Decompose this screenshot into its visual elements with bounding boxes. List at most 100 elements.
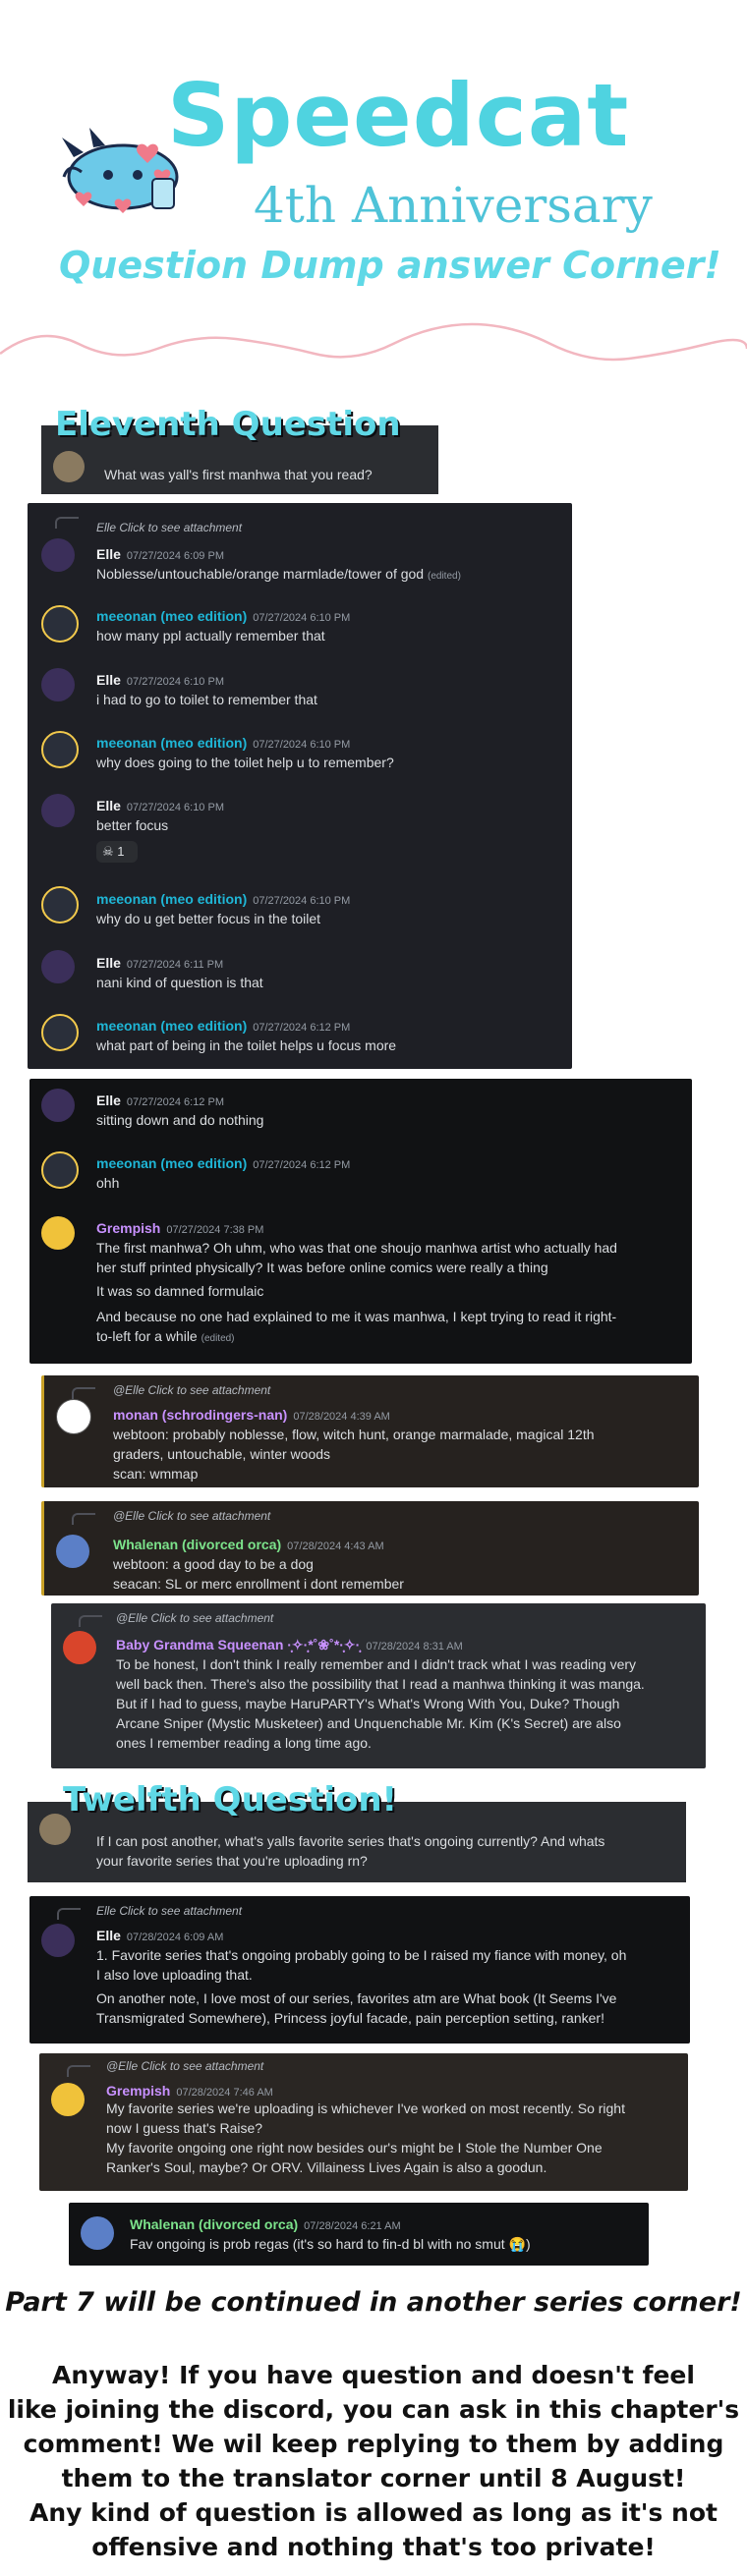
reply-whalenan: @Elle Click to see attachment Whalenan (… bbox=[41, 1501, 699, 1596]
avatar-elle bbox=[41, 1924, 75, 1957]
message-text: My favorite series we're uploading is wh… bbox=[106, 2100, 625, 2175]
q12-heading: Twelfth Question! bbox=[63, 1780, 398, 1820]
author-name[interactable]: meeonan (meo edition) bbox=[96, 1018, 247, 1034]
timestamp: 07/28/2024 6:09 AM bbox=[126, 1932, 224, 1943]
edited-label: (edited) bbox=[201, 1333, 235, 1344]
skull-icon: ☠ bbox=[102, 844, 114, 859]
header-subtitle: 4th Anniversary bbox=[254, 177, 653, 234]
message-text: why do u get better focus in the toilet bbox=[96, 911, 321, 926]
author-name[interactable]: Whalenan (divorced orca) bbox=[130, 2216, 298, 2232]
author-name[interactable]: Elle bbox=[96, 798, 121, 813]
avatar-whalenan bbox=[56, 1535, 89, 1568]
timestamp: 07/27/2024 6:10 PM bbox=[253, 612, 351, 624]
chat-panel-1: Elle Click to see attachment Elle 07/27/2… bbox=[28, 503, 572, 1069]
message-text: Fav ongoing is prob regas (it's so hard … bbox=[130, 2236, 531, 2252]
author-name[interactable]: meeonan (meo edition) bbox=[96, 608, 247, 624]
message-whalenan-q12: Whalenan (divorced orca) 07/28/2024 6:21 … bbox=[69, 2203, 649, 2266]
q11-question-text: What was yall's first manhwa that you re… bbox=[104, 467, 373, 482]
message-text: The first manhwa? Oh uhm, who was that o… bbox=[96, 1240, 617, 1344]
message-text: how many ppl actually remember that bbox=[96, 628, 325, 644]
avatar-elle bbox=[41, 1089, 75, 1122]
message-text: nani kind of question is that bbox=[96, 975, 263, 990]
message-text: i had to go to toilet to remember that bbox=[96, 692, 317, 707]
timestamp: 07/27/2024 6:10 PM bbox=[253, 739, 351, 751]
avatar-baby-grandma bbox=[63, 1631, 96, 1664]
avatar-meeonan bbox=[41, 605, 79, 643]
author-name[interactable]: Elle bbox=[96, 672, 121, 688]
message-text: webtoon: probably noblesse, flow, witch … bbox=[113, 1427, 595, 1482]
message-text: what part of being in the toilet helps u… bbox=[96, 1037, 397, 1053]
reply-elle-q12: Elle Click to see attachment Elle 07/28/2… bbox=[29, 1896, 690, 2044]
avatar-elle bbox=[41, 538, 75, 572]
timestamp: 07/28/2024 7:46 AM bbox=[176, 2087, 273, 2099]
avatar-elle bbox=[41, 794, 75, 827]
message-text: webtoon: a good day to be a dog seacan: S… bbox=[113, 1556, 404, 1592]
timestamp: 07/27/2024 6:12 PM bbox=[253, 1159, 351, 1171]
avatar-elle bbox=[41, 668, 75, 701]
timestamp: 07/27/2024 6:12 PM bbox=[253, 1022, 351, 1034]
avatar-meeonan bbox=[41, 1151, 79, 1189]
message-text: sitting down and do nothing bbox=[96, 1112, 264, 1128]
author-name[interactable]: Elle bbox=[96, 1928, 121, 1943]
timestamp: 07/27/2024 6:11 PM bbox=[126, 959, 224, 971]
server-avatar bbox=[39, 1814, 71, 1845]
timestamp: 07/28/2024 4:43 AM bbox=[287, 1540, 384, 1552]
reply-preview[interactable]: Elle Click to see attachment bbox=[96, 521, 242, 534]
author-name[interactable]: meeonan (meo edition) bbox=[96, 891, 247, 907]
reply-grempish-q12: @Elle Click to see attachment Grempish 07… bbox=[39, 2053, 688, 2191]
timestamp: 07/27/2024 6:10 PM bbox=[253, 895, 351, 907]
wavy-divider bbox=[0, 322, 747, 362]
author-name[interactable]: meeonan (meo edition) bbox=[96, 1155, 247, 1171]
timestamp: 07/27/2024 6:10 PM bbox=[126, 676, 224, 688]
q11-heading: Eleventh Question bbox=[55, 405, 401, 444]
message-text: better focus bbox=[96, 817, 169, 833]
chat-panel-2: Elle 07/27/2024 6:12 PM sitting down and … bbox=[29, 1079, 692, 1364]
timestamp: 07/28/2024 6:21 AM bbox=[304, 2220, 401, 2232]
avatar-meeonan bbox=[41, 886, 79, 924]
part-continued-note: Part 7 will be continued in another seri… bbox=[5, 2287, 742, 2318]
timestamp: 07/27/2024 6:12 PM bbox=[126, 1096, 224, 1108]
reply-preview[interactable]: @Elle Click to see attachment bbox=[113, 1509, 270, 1523]
author-name[interactable]: Baby Grandma Squeenan ·̩͙✧·̩͙*˚❀˚*·̩͙✧·̩… bbox=[116, 1637, 360, 1652]
author-name[interactable]: Elle bbox=[96, 1092, 121, 1108]
reply-preview[interactable]: Elle Click to see attachment bbox=[96, 1904, 242, 1918]
reply-monan: @Elle Click to see attachment monan (sch… bbox=[41, 1375, 699, 1487]
avatar-monan bbox=[56, 1399, 91, 1434]
reply-baby-grandma: @Elle Click to see attachment Baby Grand… bbox=[51, 1603, 706, 1768]
author-name[interactable]: Elle bbox=[96, 546, 121, 562]
message-text: 1. Favorite series that's ongoing probab… bbox=[96, 1947, 627, 2026]
author-name[interactable]: Whalenan (divorced orca) bbox=[113, 1537, 281, 1552]
avatar-whalenan bbox=[81, 2216, 114, 2250]
author-name[interactable]: Elle bbox=[96, 955, 121, 971]
server-avatar bbox=[53, 451, 85, 482]
message-text: ohh bbox=[96, 1175, 120, 1191]
message-text: To be honest, I don't think I really rem… bbox=[116, 1656, 645, 1751]
timestamp: 07/27/2024 6:10 PM bbox=[126, 802, 224, 813]
author-name[interactable]: meeonan (meo edition) bbox=[96, 735, 247, 751]
header-tagline: Question Dump answer Corner! bbox=[59, 244, 721, 287]
avatar-grempish bbox=[51, 2083, 85, 2116]
reaction-count: 1 bbox=[117, 844, 125, 859]
author-name[interactable]: monan (schrodingers-nan) bbox=[113, 1407, 287, 1423]
avatar-meeonan bbox=[41, 731, 79, 768]
footer-message: Anyway! If you have question and doesn't… bbox=[7, 2361, 740, 2561]
reply-preview[interactable]: @Elle Click to see attachment bbox=[106, 2059, 263, 2073]
timestamp: 07/28/2024 8:31 AM bbox=[366, 1641, 463, 1652]
edited-label: (edited) bbox=[428, 571, 461, 582]
author-name[interactable]: Grempish bbox=[96, 1220, 160, 1236]
author-name[interactable]: Grempish bbox=[106, 2083, 170, 2099]
reply-preview[interactable]: @Elle Click to see attachment bbox=[116, 1611, 273, 1625]
reply-preview[interactable]: @Elle Click to see attachment bbox=[113, 1383, 270, 1397]
message-text: Noblesse/untouchable/orange marmlade/tow… bbox=[96, 566, 425, 582]
reaction-skull[interactable]: ☠ 1 bbox=[96, 841, 138, 863]
timestamp: 07/28/2024 4:39 AM bbox=[293, 1411, 390, 1423]
avatar-meeonan bbox=[41, 1014, 79, 1051]
timestamp: 07/27/2024 7:38 PM bbox=[166, 1224, 264, 1236]
header: Speedcat 4th Anniversary Question Dump a… bbox=[0, 0, 747, 393]
avatar-elle bbox=[41, 950, 75, 983]
avatar-grempish bbox=[41, 1216, 75, 1250]
header-title: Speedcat bbox=[167, 65, 630, 166]
message-text: why does going to the toilet help u to r… bbox=[96, 755, 394, 770]
q12-question-text: If I can post another, what's yalls favo… bbox=[96, 1833, 605, 1869]
timestamp: 07/27/2024 6:09 PM bbox=[126, 550, 224, 562]
